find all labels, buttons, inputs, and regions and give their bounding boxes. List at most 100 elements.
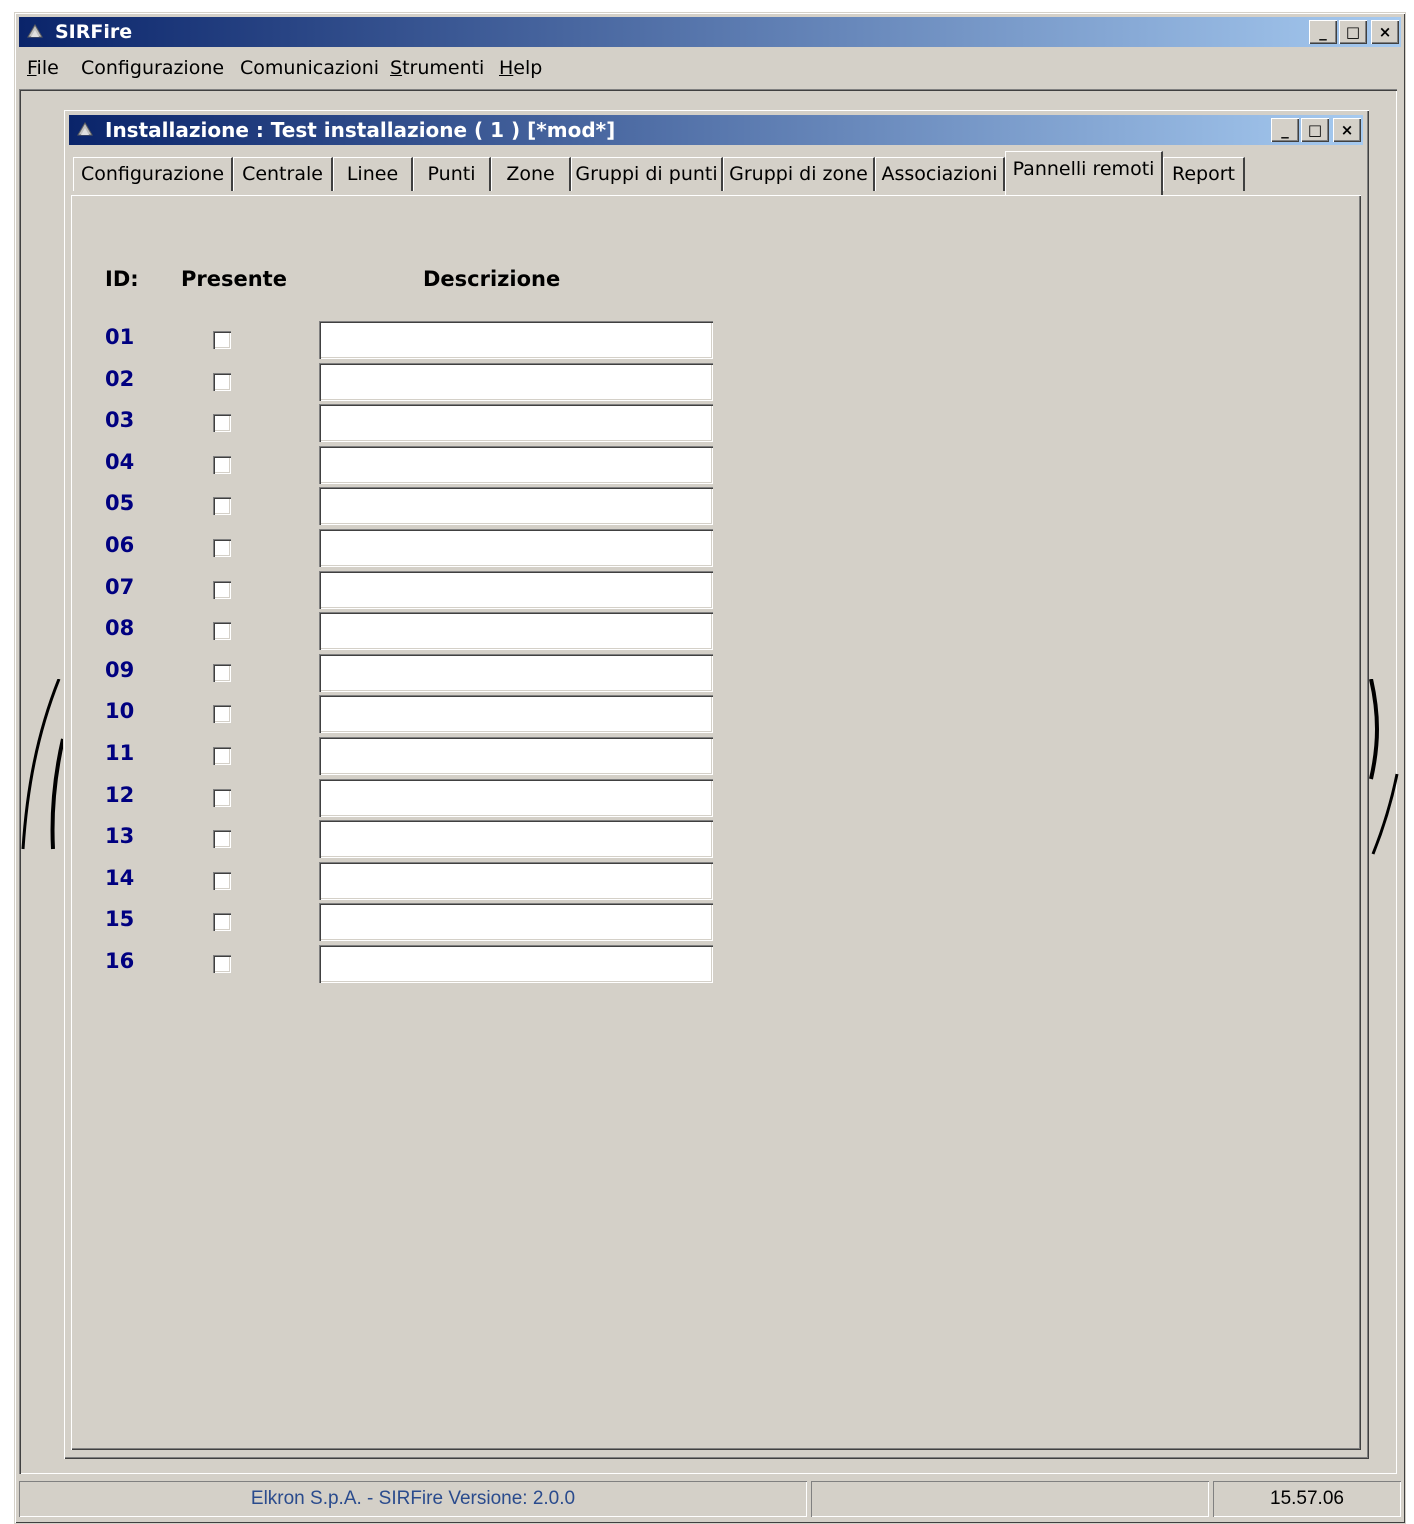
presente-checkbox[interactable] (213, 331, 231, 349)
menu-file-accel: F (27, 57, 37, 79)
menu-strumenti[interactable]: Strumenti (390, 57, 484, 79)
presente-checkbox[interactable] (213, 414, 231, 432)
panel-row: 04 (71, 446, 771, 488)
tab-gruppi-di-punti[interactable]: Gruppi di punti (571, 157, 723, 191)
mdi-client-area: Installazione : Test installazione ( 1 )… (19, 89, 1399, 1474)
menu-strumenti-accel: S (390, 57, 403, 79)
panel-id: 16 (105, 949, 135, 973)
panel-id: 04 (105, 450, 135, 474)
menu-configurazione[interactable]: Configurazione (81, 57, 224, 79)
app-titlebar[interactable]: SIRFire _ □ × (19, 17, 1401, 47)
child-minimize-button[interactable]: _ (1271, 118, 1299, 142)
descrizione-input[interactable] (319, 695, 713, 733)
presente-checkbox[interactable] (213, 705, 231, 723)
panel-id: 06 (105, 533, 135, 557)
minimize-button[interactable]: _ (1309, 20, 1337, 44)
panel-row: 10 (71, 695, 771, 737)
child-maximize-button[interactable]: □ (1301, 118, 1329, 142)
maximize-button[interactable]: □ (1339, 20, 1367, 44)
descrizione-input[interactable] (319, 820, 713, 858)
tab-centrale[interactable]: Centrale (233, 157, 333, 191)
tab-report[interactable]: Report (1163, 157, 1245, 191)
panel-row: 14 (71, 862, 771, 904)
presente-checkbox[interactable] (213, 622, 231, 640)
descrizione-input[interactable] (319, 945, 713, 983)
panel-id: 12 (105, 783, 135, 807)
presente-checkbox[interactable] (213, 497, 231, 515)
status-bar: Elkron S.p.A. - SIRFire Versione: 2.0.0 … (19, 1481, 1401, 1519)
tab-zone[interactable]: Zone (491, 157, 571, 191)
presente-checkbox[interactable] (213, 581, 231, 599)
descrizione-input[interactable] (319, 571, 713, 609)
header-presente: Presente (181, 267, 287, 291)
panel-row: 15 (71, 903, 771, 945)
descrizione-input[interactable] (319, 529, 713, 567)
panel-id: 09 (105, 658, 135, 682)
panel-id: 13 (105, 824, 135, 848)
presente-checkbox[interactable] (213, 456, 231, 474)
descrizione-input[interactable] (319, 321, 713, 359)
presente-checkbox[interactable] (213, 913, 231, 931)
presente-checkbox[interactable] (213, 955, 231, 973)
menu-bar: File Configurazione Comunicazioni Strume… (19, 51, 1401, 85)
close-icon: × (1378, 23, 1392, 41)
panel-row: 13 (71, 820, 771, 862)
panel-row: 12 (71, 779, 771, 821)
child-close-button[interactable]: × (1333, 118, 1361, 142)
descrizione-input[interactable] (319, 654, 713, 692)
tab-strip: Configurazione Centrale Linee Punti Zone… (73, 151, 1359, 195)
app-title: SIRFire (55, 21, 133, 43)
tab-configurazione[interactable]: Configurazione (73, 157, 233, 191)
panel-id: 07 (105, 575, 135, 599)
panel-row: 08 (71, 612, 771, 654)
presente-checkbox[interactable] (213, 789, 231, 807)
installation-titlebar[interactable]: Installazione : Test installazione ( 1 )… (69, 115, 1363, 145)
status-version-text: Elkron S.p.A. - SIRFire Versione: 2.0.0 (19, 1481, 807, 1517)
descrizione-input[interactable] (319, 779, 713, 817)
tab-associazioni[interactable]: Associazioni (875, 157, 1005, 191)
presente-checkbox[interactable] (213, 872, 231, 890)
presente-checkbox[interactable] (213, 539, 231, 557)
descrizione-input[interactable] (319, 446, 713, 484)
descrizione-input[interactable] (319, 404, 713, 442)
presente-checkbox[interactable] (213, 373, 231, 391)
descrizione-input[interactable] (319, 363, 713, 401)
descrizione-input[interactable] (319, 862, 713, 900)
status-middle-panel (811, 1481, 1209, 1517)
descrizione-input[interactable] (319, 903, 713, 941)
descrizione-input[interactable] (319, 737, 713, 775)
close-button[interactable]: × (1371, 20, 1399, 44)
minimize-icon: _ (1319, 23, 1327, 41)
tab-punti[interactable]: Punti (413, 157, 491, 191)
menu-file[interactable]: File (27, 57, 59, 79)
header-id: ID: (105, 267, 139, 291)
presente-checkbox[interactable] (213, 830, 231, 848)
tab-pannelli-remoti[interactable]: Pannelli remoti (1005, 151, 1163, 195)
right-brace-decoration (1369, 679, 1399, 855)
panel-row: 02 (71, 363, 771, 405)
descrizione-input[interactable] (319, 612, 713, 650)
tab-gruppi-di-zone[interactable]: Gruppi di zone (723, 157, 875, 191)
left-brace-decoration (21, 679, 65, 850)
installation-icon (77, 122, 93, 136)
panel-row: 06 (71, 529, 771, 571)
panel-id: 14 (105, 866, 135, 890)
tab-linee[interactable]: Linee (333, 157, 413, 191)
menu-strumenti-rest: trumenti (402, 57, 485, 79)
presente-checkbox[interactable] (213, 664, 231, 682)
presente-checkbox[interactable] (213, 747, 231, 765)
panel-id: 10 (105, 699, 135, 723)
menu-comunicazioni[interactable]: Comunicazioni (240, 57, 379, 79)
installation-title: Installazione : Test installazione ( 1 )… (105, 118, 616, 142)
maximize-icon: □ (1345, 23, 1361, 41)
panel-row: 09 (71, 654, 771, 696)
panel-id: 08 (105, 616, 135, 640)
menu-help[interactable]: Help (499, 57, 542, 79)
panel-row: 05 (71, 487, 771, 529)
panel-id: 02 (105, 367, 135, 391)
menu-file-rest: ile (36, 57, 59, 79)
descrizione-input[interactable] (319, 487, 713, 525)
menu-help-accel: H (499, 57, 514, 79)
minimize-icon: _ (1281, 121, 1289, 139)
app-window: SIRFire _ □ × File Configurazione Comuni… (14, 12, 1406, 1524)
